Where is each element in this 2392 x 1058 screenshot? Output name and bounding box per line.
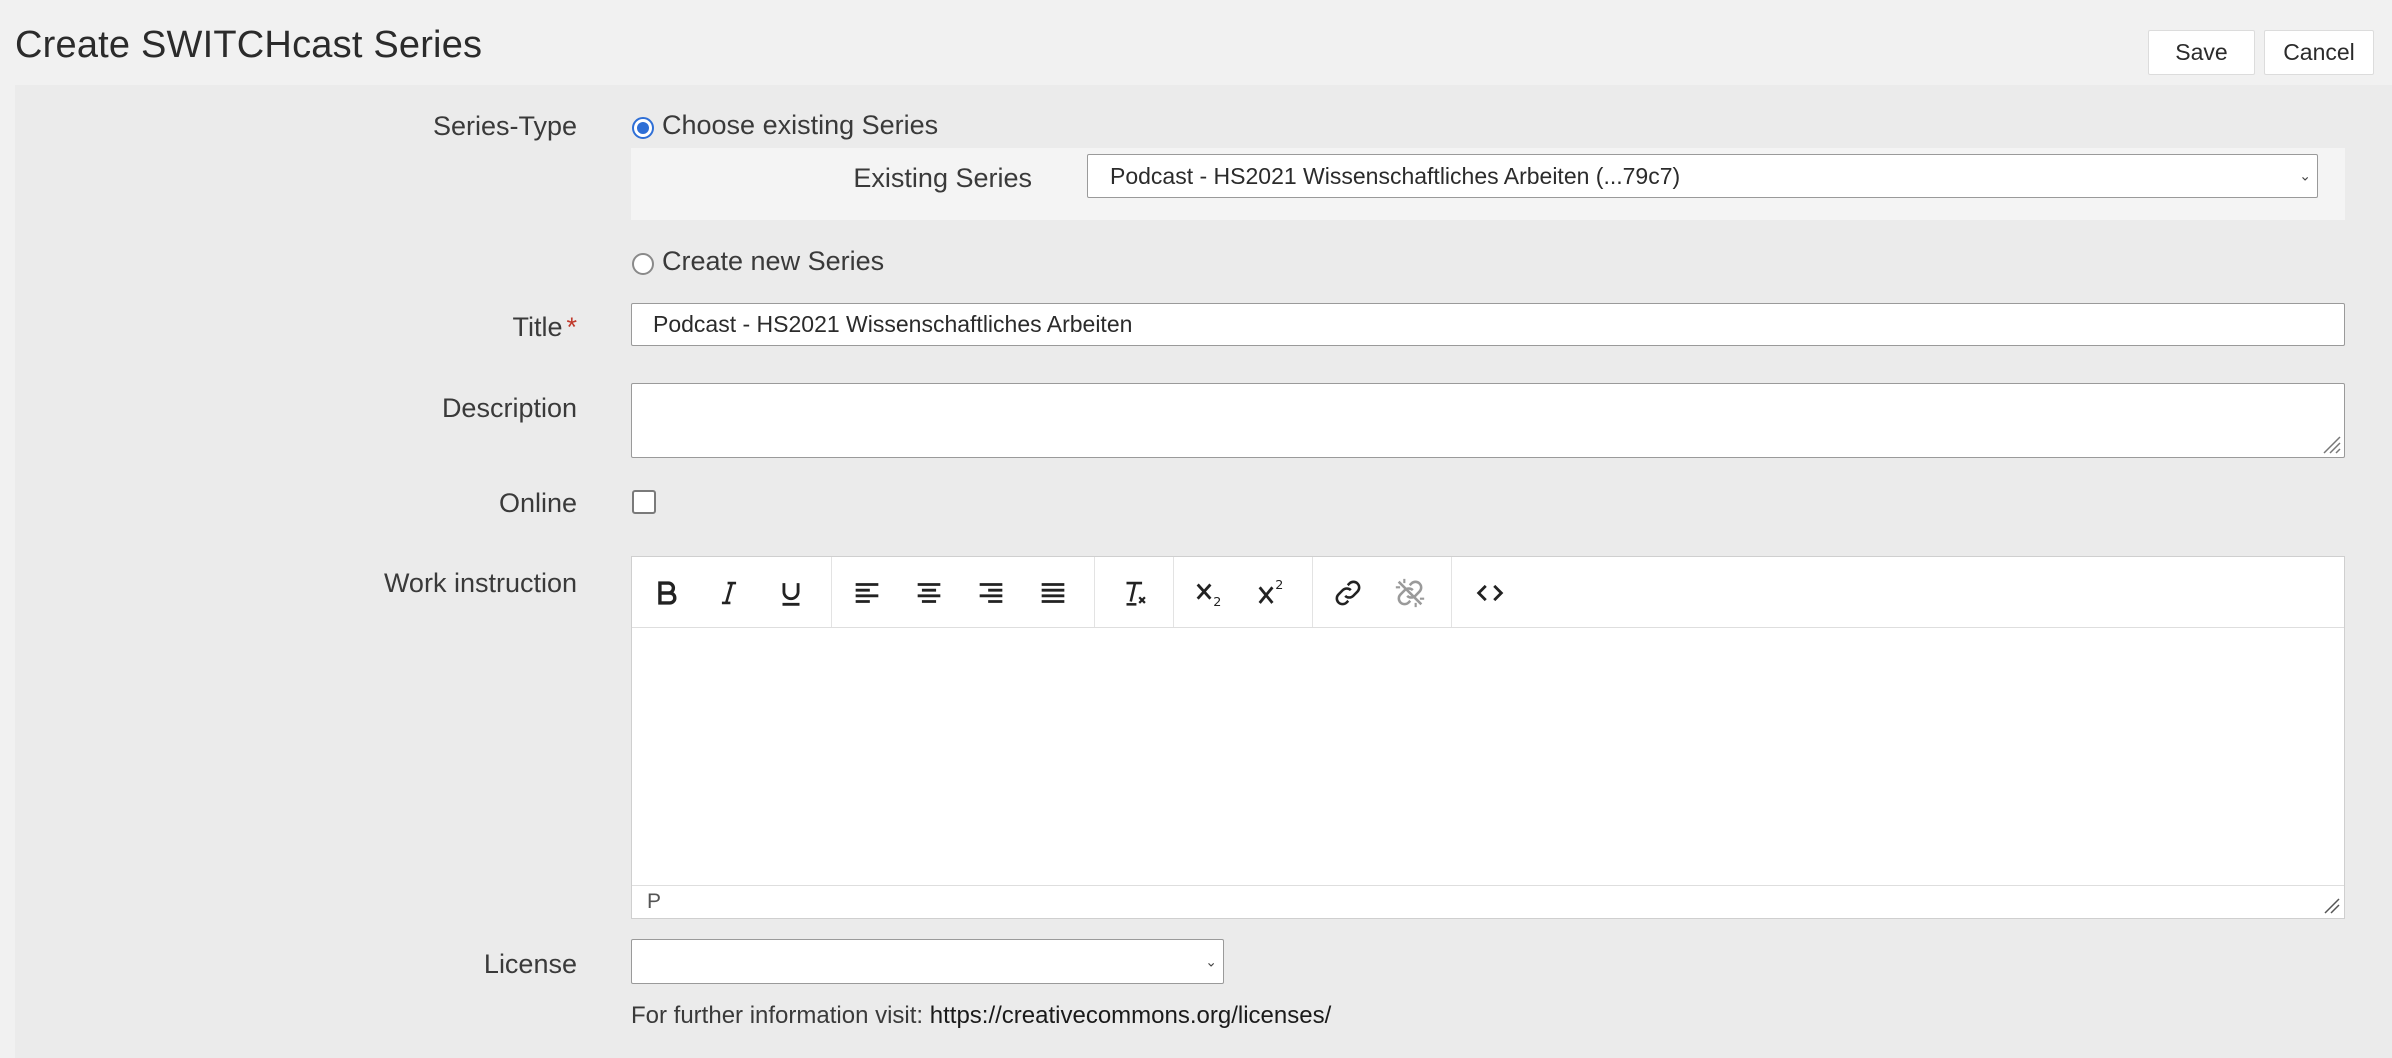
existing-series-value: Podcast - HS2021 Wissenschaftliches Arbe… bbox=[1110, 162, 1681, 189]
align-center-icon[interactable] bbox=[909, 573, 949, 613]
chevron-down-icon: ⌄ bbox=[2299, 167, 2311, 184]
license-info-text: For further information visit: bbox=[631, 1002, 924, 1029]
svg-text:2: 2 bbox=[1275, 578, 1283, 593]
superscript-icon[interactable]: 2 bbox=[1251, 573, 1291, 613]
underline-icon[interactable] bbox=[771, 573, 811, 613]
toolbar-group-code bbox=[1452, 557, 1532, 627]
radio-create-new[interactable] bbox=[632, 253, 654, 275]
title-label-text: Title bbox=[512, 312, 563, 342]
element-path[interactable]: P bbox=[647, 890, 661, 914]
align-right-icon[interactable] bbox=[971, 573, 1011, 613]
license-label: License bbox=[483, 949, 577, 979]
existing-series-select[interactable]: Podcast - HS2021 Wissenschaftliches Arbe… bbox=[1087, 154, 2318, 198]
source-code-icon[interactable] bbox=[1470, 573, 1510, 613]
editor-resize-icon[interactable] bbox=[2319, 893, 2341, 915]
title-label: Title * bbox=[512, 312, 577, 343]
italic-icon[interactable] bbox=[709, 573, 749, 613]
toolbar-group-script: 2 2 bbox=[1174, 557, 1313, 627]
series-type-label: Series-Type bbox=[432, 111, 577, 141]
radio-create-new-label[interactable]: Create new Series bbox=[662, 246, 884, 277]
unlink-icon[interactable] bbox=[1390, 573, 1430, 613]
radio-choose-existing[interactable] bbox=[632, 117, 654, 139]
online-checkbox[interactable] bbox=[632, 490, 656, 514]
work-instruction-label: Work instruction bbox=[383, 568, 577, 598]
editor-toolbar: 2 2 bbox=[632, 557, 2344, 628]
page-header: Create SWITCHcast Series Save Cancel bbox=[0, 0, 2392, 85]
online-label: Online bbox=[498, 488, 577, 518]
editor-statusbar: P bbox=[632, 885, 2344, 918]
toolbar-group-link bbox=[1313, 557, 1452, 627]
bold-icon[interactable] bbox=[647, 573, 687, 613]
chevron-down-icon: ⌄ bbox=[1205, 953, 1217, 969]
toolbar-group-align bbox=[832, 557, 1095, 627]
svg-text:2: 2 bbox=[1213, 595, 1221, 610]
clear-format-icon[interactable] bbox=[1115, 573, 1155, 613]
toolbar-group-clear bbox=[1095, 557, 1174, 627]
toolbar-group-format bbox=[632, 557, 832, 627]
cancel-button[interactable]: Cancel bbox=[2264, 30, 2374, 75]
license-info: For further information visit: https://c… bbox=[631, 1002, 1331, 1030]
link-icon[interactable] bbox=[1328, 573, 1368, 613]
align-left-icon[interactable] bbox=[847, 573, 887, 613]
save-button[interactable]: Save bbox=[2148, 30, 2255, 75]
page-title: Create SWITCHcast Series bbox=[15, 24, 483, 66]
existing-series-label: Existing Series bbox=[853, 163, 1032, 193]
align-justify-icon[interactable] bbox=[1033, 573, 1073, 613]
required-marker: * bbox=[566, 312, 577, 342]
description-label: Description bbox=[441, 393, 577, 423]
resize-handle-icon[interactable] bbox=[2320, 433, 2342, 455]
title-input-value: Podcast - HS2021 Wissenschaftliches Arbe… bbox=[653, 311, 1133, 337]
subscript-icon[interactable]: 2 bbox=[1189, 573, 1229, 613]
license-info-link[interactable]: https://creativecommons.org/licenses/ bbox=[930, 1002, 1332, 1029]
description-textarea[interactable] bbox=[631, 383, 2345, 458]
license-select[interactable]: ⌄ bbox=[631, 939, 1224, 984]
radio-choose-existing-label[interactable]: Choose existing Series bbox=[662, 110, 938, 141]
work-instruction-editor: 2 2 P bbox=[631, 556, 2345, 919]
title-input[interactable]: Podcast - HS2021 Wissenschaftliches Arbe… bbox=[631, 303, 2345, 346]
